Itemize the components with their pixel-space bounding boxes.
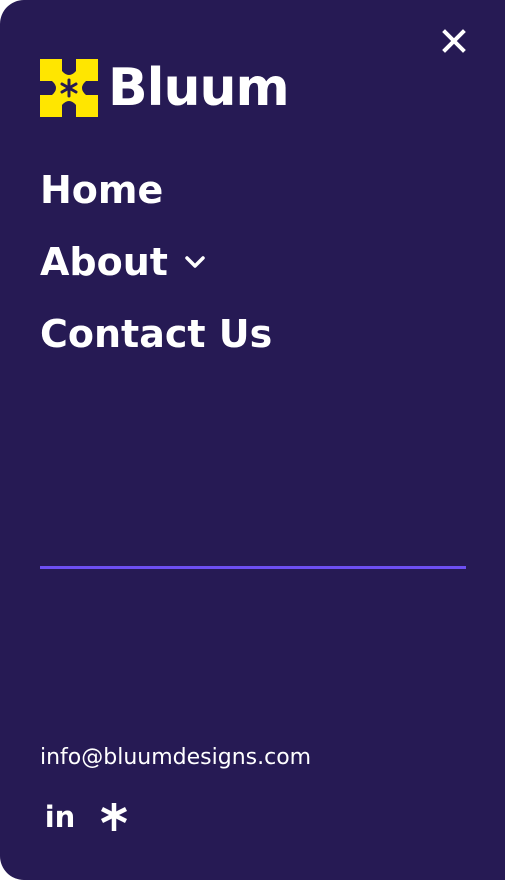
flower-logo-icon	[40, 59, 98, 117]
main-nav: Home About Contact Us	[40, 162, 272, 378]
linkedin-link[interactable]: in	[44, 800, 76, 834]
nav-item-label: About	[40, 240, 168, 284]
asterisk-link[interactable]	[98, 800, 130, 834]
nav-item-contact-us[interactable]: Contact Us	[40, 306, 272, 362]
contact-email-link[interactable]: info@bluumdesigns.com	[40, 744, 311, 772]
nav-item-label: Home	[40, 168, 164, 212]
nav-item-home[interactable]: Home	[40, 162, 272, 218]
nav-item-about[interactable]: About	[40, 234, 272, 290]
brand-wordmark: Bluum	[108, 58, 290, 118]
menu-divider	[40, 566, 466, 569]
asterisk-icon	[100, 803, 128, 831]
close-icon	[442, 29, 466, 53]
social-links: in	[44, 800, 130, 834]
linkedin-icon: in	[44, 799, 76, 834]
brand-logo[interactable]: Bluum	[40, 58, 290, 118]
chevron-down-icon[interactable]	[182, 249, 208, 275]
close-menu-button[interactable]	[438, 26, 470, 56]
mobile-menu-panel: Bluum Home About Contact Us info@bluumde…	[0, 0, 505, 880]
nav-item-label: Contact Us	[40, 312, 273, 356]
